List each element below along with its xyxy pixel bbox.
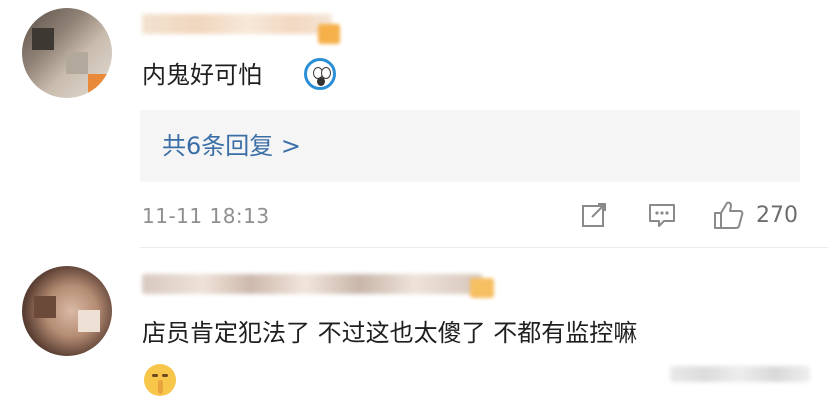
username-blurred[interactable] (142, 14, 332, 34)
comment-icon (649, 204, 675, 227)
shushing-face-emoji-icon (144, 364, 176, 396)
doraemon-emoji-icon (304, 58, 336, 90)
comment-text: 店员肯定犯法了 不过这也太傻了 不都有监控嘛 (142, 319, 638, 347)
watermark (670, 366, 810, 382)
user-badge-icon (318, 24, 340, 44)
like-button[interactable]: 270 (712, 198, 798, 232)
comment-1: 内鬼好可怕 共6条回复 > 11-11 18:13 270 (0, 0, 828, 248)
avatar[interactable] (22, 266, 112, 356)
comment-text: 内鬼好可怕 (142, 61, 262, 89)
timestamp: 11-11 18:13 (142, 204, 270, 228)
repost-icon (582, 203, 606, 227)
like-count: 270 (756, 202, 798, 228)
avatar[interactable] (22, 8, 112, 98)
repost-button[interactable] (578, 198, 610, 232)
username-blurred[interactable] (142, 274, 482, 294)
user-badge-icon (470, 278, 494, 298)
replies-box: 共6条回复 > (140, 110, 800, 182)
comment-button[interactable] (646, 198, 678, 232)
like-icon (714, 201, 744, 229)
view-replies-link[interactable]: 共6条回复 > (162, 130, 301, 162)
